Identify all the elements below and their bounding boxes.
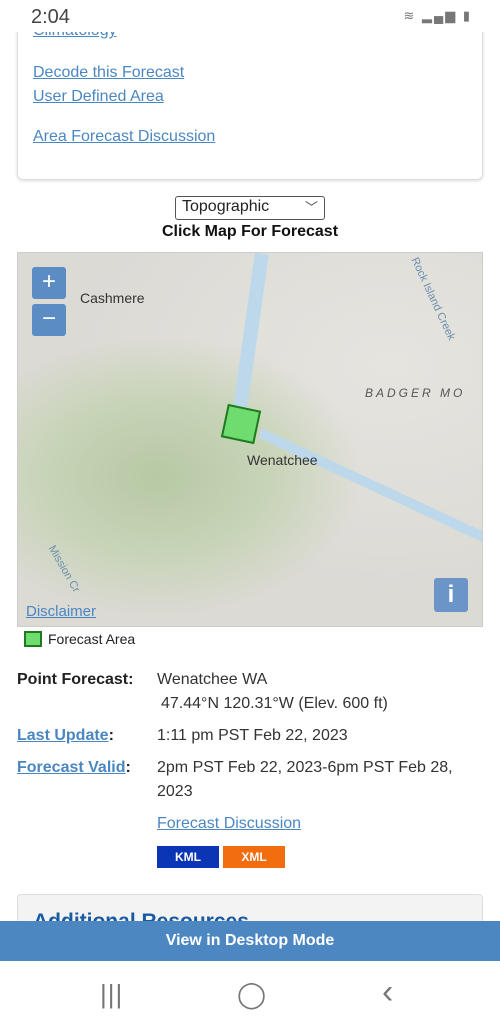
zoom-out-button[interactable]: − — [32, 304, 66, 336]
colon: : — [125, 759, 131, 776]
point-forecast-label: Point Forecast: — [17, 671, 134, 688]
status-icons: ≋ ▂▄▆ ▮ — [403, 8, 472, 23]
forecast-area-marker[interactable] — [220, 403, 262, 445]
river — [258, 428, 482, 548]
forecast-area-swatch — [24, 631, 42, 647]
map-type-select[interactable]: Topographic ﹀ — [175, 196, 325, 220]
recents-icon[interactable]: ||| — [100, 979, 123, 1010]
map-label-rock-island-creek: Rock Island Creek — [408, 255, 458, 343]
last-update-value: 1:11 pm PST Feb 22, 2023 — [157, 727, 348, 744]
area-forecast-discussion-link[interactable]: Area Forecast Discussion — [33, 128, 215, 146]
info-button[interactable]: i — [434, 578, 468, 612]
last-update-link[interactable]: Last Update — [17, 727, 109, 744]
point-forecast-name: Wenatchee WA — [157, 671, 268, 688]
decode-forecast-link[interactable]: Decode this Forecast — [33, 64, 184, 82]
point-forecast-coords: 47.44°N 120.31°W (Elev. 600 ft) — [161, 695, 388, 712]
forecast-map[interactable]: + − Cashmere Wenatchee BADGER MO Rock Is… — [17, 252, 483, 627]
map-label-cashmere: Cashmere — [80, 290, 145, 306]
map-label-wenatchee: Wenatchee — [247, 452, 318, 468]
links-card: Climatology Decode this Forecast User De… — [17, 10, 483, 180]
river — [231, 253, 269, 424]
android-nav-bar: ||| ◯ ‹ — [0, 961, 500, 1028]
forecast-valid-value: 2pm PST Feb 22, 2023-6pm PST Feb 28, 202… — [157, 759, 453, 800]
map-type-value: Topographic — [182, 198, 270, 215]
legend-label: Forecast Area — [48, 631, 136, 647]
map-label-mission-creek: Mission Cr — [45, 543, 83, 595]
map-label-badger: BADGER MO — [365, 386, 466, 400]
map-legend: Forecast Area — [24, 631, 135, 647]
forecast-valid-link[interactable]: Forecast Valid — [17, 759, 126, 776]
back-icon[interactable]: ‹ — [382, 973, 393, 1012]
user-defined-area-link[interactable]: User Defined Area — [33, 88, 164, 106]
colon: : — [108, 727, 114, 744]
clock: 2:04 — [31, 6, 70, 28]
zoom-in-button[interactable]: + — [32, 267, 66, 299]
forecast-discussion-link[interactable]: Forecast Discussion — [157, 815, 301, 833]
desktop-mode-button[interactable]: View in Desktop Mode — [0, 921, 500, 961]
kml-button[interactable]: KML — [157, 846, 219, 868]
click-map-label: Click Map For Forecast — [161, 223, 339, 240]
home-icon[interactable]: ◯ — [237, 979, 266, 1010]
xml-button[interactable]: XML — [223, 846, 285, 868]
chevron-down-icon: ﹀ — [304, 200, 318, 215]
status-bar-bg: 2:04 ≋ ▂▄▆ ▮ — [0, 0, 500, 32]
disclaimer-link[interactable]: Disclaimer — [26, 603, 96, 620]
